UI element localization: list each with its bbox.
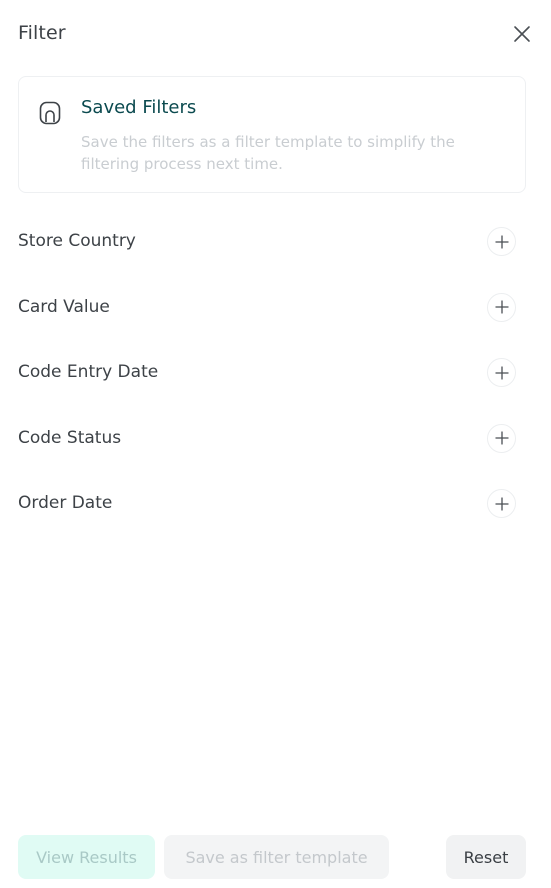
- add-filter-button[interactable]: [487, 227, 516, 256]
- filter-row-card-value[interactable]: Card Value: [18, 278, 518, 344]
- filter-row-order-date[interactable]: Order Date: [18, 474, 518, 540]
- filter-label: Store Country: [18, 231, 136, 251]
- add-filter-button[interactable]: [487, 358, 516, 387]
- bookmark-icon: [39, 101, 61, 125]
- plus-icon: [494, 496, 509, 511]
- view-results-button[interactable]: View Results: [18, 835, 155, 879]
- plus-icon: [494, 431, 509, 445]
- plus-icon: [494, 300, 509, 314]
- filter-label: Order Date: [18, 493, 113, 513]
- close-icon: [514, 26, 530, 42]
- filter-row-store-country[interactable]: Store Country: [18, 212, 518, 278]
- saved-filters-title: Saved Filters: [81, 97, 197, 118]
- add-filter-button[interactable]: [487, 423, 516, 453]
- filter-row-code-entry-date[interactable]: Code Entry Date: [18, 343, 518, 409]
- saved-filters-card[interactable]: Saved Filters Save the filters as a filt…: [18, 76, 526, 193]
- filter-panel: Filter Saved Filters Save the filters as…: [0, 0, 551, 888]
- plus-icon: [494, 234, 509, 249]
- panel-header: Filter: [18, 22, 533, 48]
- add-filter-button[interactable]: [487, 292, 516, 322]
- filter-row-code-status[interactable]: Code Status: [18, 409, 518, 475]
- close-button[interactable]: [511, 23, 533, 45]
- save-as-template-button[interactable]: Save as filter template: [164, 835, 389, 879]
- filter-label: Card Value: [18, 296, 110, 317]
- panel-title: Filter: [18, 22, 66, 44]
- saved-filters-description: Save the filters as a filter template to…: [81, 133, 455, 173]
- reset-button[interactable]: Reset: [446, 835, 526, 879]
- filter-list: Store Country Card Value Code Entry Date: [18, 212, 518, 540]
- plus-icon: [494, 365, 509, 380]
- add-filter-button[interactable]: [487, 489, 516, 518]
- filter-label: Code Entry Date: [18, 362, 159, 382]
- panel-footer: View Results Save as filter template Res…: [18, 835, 526, 879]
- filter-label: Code Status: [18, 427, 122, 448]
